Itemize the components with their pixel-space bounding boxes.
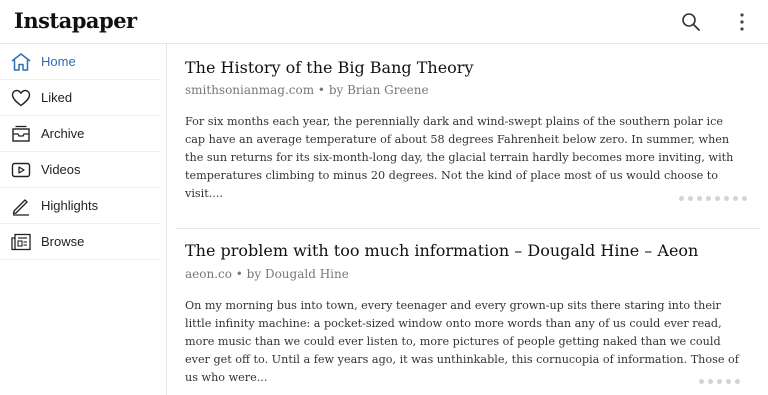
sidebar-item-label: Archive	[41, 126, 85, 141]
home-icon	[9, 50, 33, 74]
search-icon[interactable]	[679, 10, 703, 34]
article-actions-dots[interactable]	[679, 196, 747, 201]
article-card[interactable]: The History of the Big Bang Theory smith…	[168, 44, 760, 230]
sidebar-item-label: Highlights	[41, 198, 99, 213]
archive-icon	[9, 122, 33, 146]
sidebar-item-highlights[interactable]: Highlights	[0, 188, 160, 224]
article-title[interactable]: The problem with too much information – …	[185, 241, 698, 260]
sidebar-item-label: Liked	[41, 90, 73, 105]
browse-icon	[9, 230, 33, 254]
video-icon	[9, 158, 33, 182]
heart-icon	[9, 86, 33, 110]
app-title: Instapaper	[14, 8, 137, 33]
sidebar-item-liked[interactable]: Liked	[0, 80, 160, 116]
sidebar-item-label: Videos	[41, 162, 81, 177]
article-excerpt: On my morning bus into town, every teena…	[185, 299, 739, 384]
article-meta: aeon.co • by Dougald Hine	[185, 267, 349, 281]
sidebar-item-label: Home	[41, 54, 76, 69]
sidebar-item-browse[interactable]: Browse	[0, 224, 160, 260]
sidebar-item-label: Browse	[41, 234, 85, 249]
top-bar: Instapaper	[0, 0, 768, 44]
divider	[176, 228, 760, 229]
sidebar-item-home[interactable]: Home	[0, 44, 160, 80]
article-card[interactable]: The problem with too much information – …	[168, 230, 760, 395]
sidebar-item-archive[interactable]: Archive	[0, 116, 160, 152]
article-meta: smithsonianmag.com • by Brian Greene	[185, 83, 429, 97]
more-vertical-icon[interactable]	[730, 10, 754, 34]
article-list: The History of the Big Bang Theory smith…	[168, 44, 768, 395]
pencil-icon	[9, 194, 33, 218]
sidebar: Home Liked Archive Videos Highlights Bro…	[0, 44, 167, 395]
article-excerpt: For six months each year, the perenniall…	[185, 115, 734, 200]
article-actions-dots[interactable]	[699, 379, 740, 384]
sidebar-item-videos[interactable]: Videos	[0, 152, 160, 188]
article-title[interactable]: The History of the Big Bang Theory	[185, 58, 473, 77]
